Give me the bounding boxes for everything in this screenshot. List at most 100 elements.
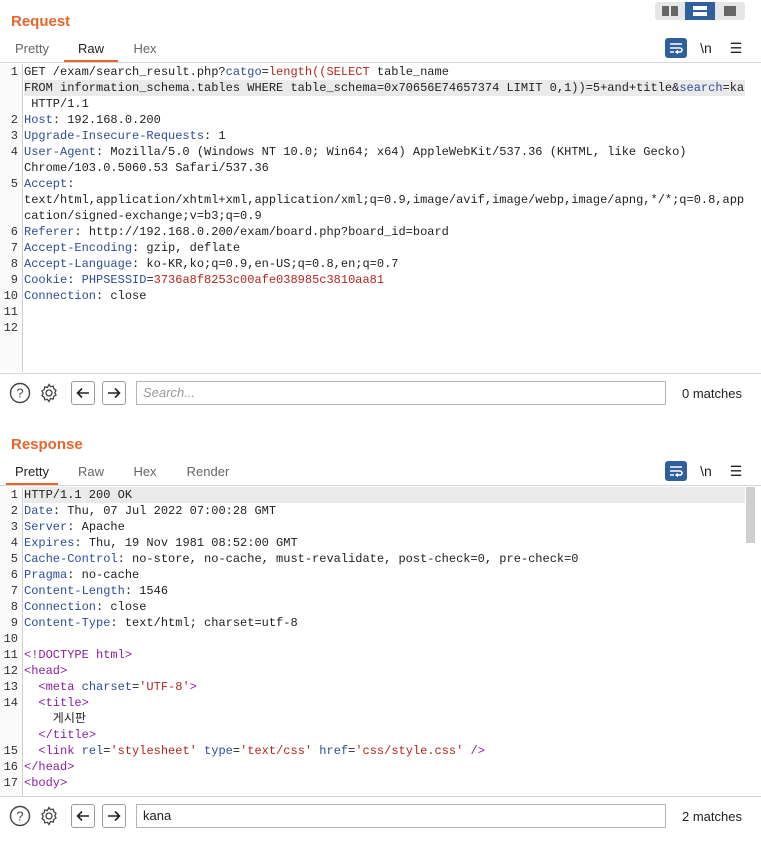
settings-gear-icon[interactable] (38, 382, 60, 404)
line-number: 16 (3, 760, 18, 774)
request-title: Request (11, 13, 71, 30)
code-token: > (189, 680, 197, 694)
code-line: <title> (24, 695, 745, 711)
code-token: : gzip, deflate (132, 241, 241, 255)
response-scrollbar[interactable] (746, 487, 755, 796)
newline-toggle[interactable]: \n (695, 461, 717, 481)
code-token: : Apache (67, 520, 125, 534)
help-icon[interactable]: ? (9, 805, 31, 827)
code-token: Connection (24, 600, 97, 614)
single-layout-icon[interactable] (715, 2, 745, 20)
code-line: FROM information_schema.tables WHERE tab… (24, 80, 745, 96)
code-line: cation/signed-exchange;v=b3;q=0.9 (24, 208, 745, 224)
line-number: 8 (10, 257, 18, 271)
line-number: 7 (10, 584, 18, 598)
code-line: Content-Type: text/html; charset=utf-8 (24, 615, 745, 631)
next-match-button[interactable] (102, 804, 126, 828)
next-match-button[interactable] (102, 381, 126, 405)
code-line: Pragma: no-cache (24, 567, 745, 583)
code-token: <head> (24, 664, 68, 678)
code-token: Accept (24, 177, 68, 191)
code-token: Pragma (24, 568, 68, 582)
response-editor[interactable]: 1 HTTP/1.1 200 OK 2 Date: Thu, 07 Jul 2022 … (0, 487, 745, 796)
code-token: 'css/style.css' (355, 744, 464, 758)
newline-toggle[interactable]: \n (695, 38, 717, 58)
request-tabs: Pretty Raw Hex \n ☰ (0, 38, 761, 63)
line-number: 1 (10, 65, 18, 79)
code-token: cation/signed-exchange;v=b3;q=0.9 (24, 209, 262, 223)
menu-icon[interactable]: ☰ (725, 38, 747, 58)
request-editor[interactable]: 1 GET /exam/search_result.php?catgo=lengt… (0, 64, 745, 372)
tab-hex[interactable]: Hex (122, 38, 168, 62)
code-line: GET /exam/search_result.php?catgo=length… (24, 64, 745, 80)
response-search-bar: ? 2 matches (0, 796, 761, 837)
code-token: Upgrade-Insecure-Requests (24, 129, 205, 143)
line-number: 7 (10, 241, 18, 255)
code-line: Date: Thu, 07 Jul 2022 07:00:28 GMT (24, 503, 745, 519)
request-search-input[interactable] (136, 381, 666, 405)
code-token: 'UTF-8' (139, 680, 190, 694)
code-token: Content-Type (24, 616, 111, 630)
tab-pretty[interactable]: Pretty (6, 461, 58, 485)
code-token: HTTP/1.1 200 OK (24, 488, 133, 502)
code-token: Server (24, 520, 68, 534)
code-token: : 192.168.0.200 (52, 113, 161, 127)
settings-gear-icon[interactable] (38, 805, 60, 827)
line-number: 10 (3, 289, 18, 303)
code-token: : Mozilla/5.0 (Windows NT 10.0; Win64; x… (96, 145, 687, 159)
line-number: 9 (10, 273, 18, 287)
word-wrap-icon[interactable] (665, 38, 687, 58)
svg-text:?: ? (16, 809, 23, 824)
code-token: : http://192.168.0.200/exam/board.php?bo… (74, 225, 449, 239)
request-scrollbar[interactable] (746, 64, 755, 372)
code-token: : no-store, no-cache, must-revalidate, p… (117, 552, 579, 566)
tab-raw[interactable]: Raw (64, 461, 118, 485)
code-line: Content-Length: 1546 (24, 583, 745, 599)
code-line: text/html,application/xhtml+xml,applicat… (24, 192, 745, 208)
previous-match-button[interactable] (71, 381, 95, 405)
code-token: : close (96, 600, 147, 614)
help-icon[interactable]: ? (9, 382, 31, 404)
line-number: 8 (10, 600, 18, 614)
code-token: : close (96, 289, 147, 303)
line-number: 10 (3, 632, 18, 646)
tab-raw[interactable]: Raw (64, 38, 118, 62)
code-line: </head> (24, 759, 745, 775)
code-line: </title> (24, 727, 745, 743)
code-token: : 1546 (124, 584, 169, 598)
code-line: Accept: (24, 176, 745, 192)
code-token: Cache-Control (24, 552, 118, 566)
code-token: rel (74, 744, 104, 758)
line-number: 6 (10, 225, 18, 239)
request-search-bar: ? 0 matches (0, 373, 761, 414)
code-token: <title> (38, 696, 89, 710)
top-bottom-layout-icon[interactable] (685, 2, 715, 20)
line-number: 1 (10, 488, 18, 502)
code-line: Server: Apache (24, 519, 745, 535)
previous-match-button[interactable] (71, 804, 95, 828)
word-wrap-icon[interactable] (665, 461, 687, 481)
code-token: </head> (24, 760, 75, 774)
line-number: 9 (10, 616, 18, 630)
tab-hex[interactable]: Hex (122, 461, 168, 485)
menu-icon[interactable]: ☰ (725, 461, 747, 481)
tab-render[interactable]: Render (176, 461, 240, 485)
request-match-count: 0 matches (682, 386, 742, 401)
tab-pretty[interactable]: Pretty (6, 38, 58, 62)
code-token: = (722, 81, 730, 95)
code-token: Cookie (24, 273, 68, 287)
code-line: Connection: close (24, 288, 745, 304)
side-by-side-layout-icon[interactable] (655, 2, 685, 20)
code-line: Host: 192.168.0.200 (24, 112, 745, 128)
code-token: Referer (24, 225, 75, 239)
code-token: Chrome/103.0.5060.53 Safari/537.36 (24, 161, 269, 175)
line-number: 15 (3, 744, 18, 758)
scrollbar-thumb[interactable] (746, 487, 755, 543)
code-token: text/html,application/xhtml+xml,applicat… (24, 193, 745, 207)
line-number: 5 (10, 177, 18, 191)
code-token: length((SELECT (268, 65, 370, 79)
response-search-input[interactable] (136, 804, 666, 828)
